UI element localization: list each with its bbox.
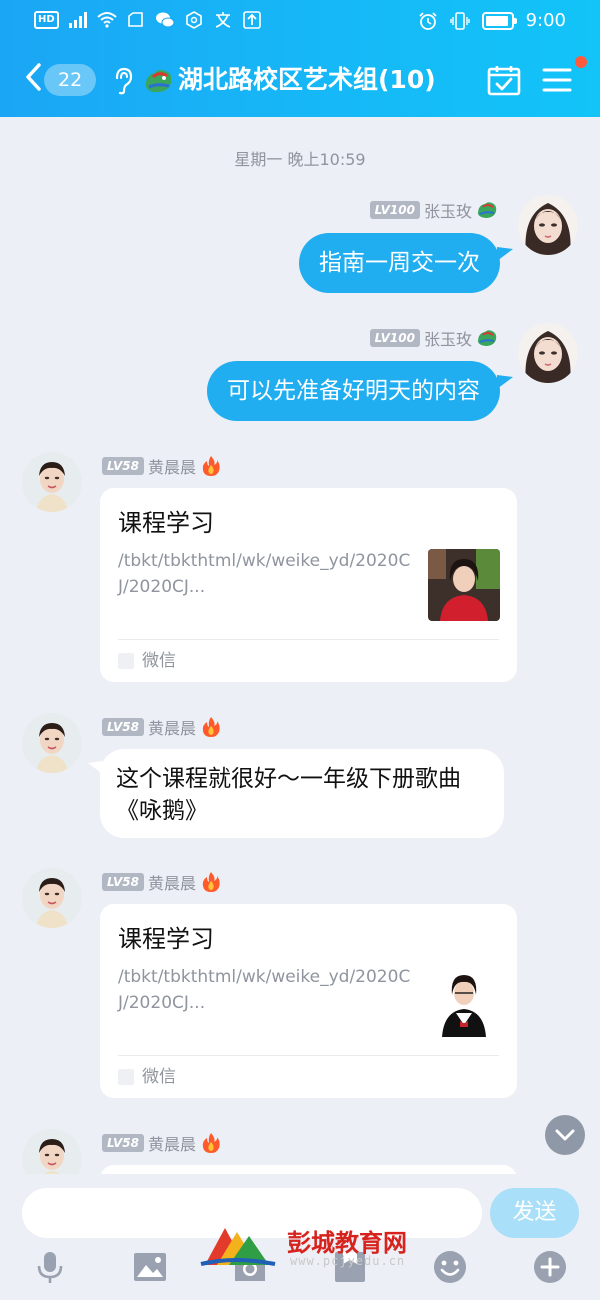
card-title: 课程学习 <box>118 925 214 953</box>
link-card[interactable]: 课程学习 /tbkt/tbkthtml/wk/weike_yd/2020CJ/2… <box>100 904 517 1098</box>
card-source-label: 微信 <box>142 1067 176 1087</box>
chat-header: 22 湖北路校区艺术组(10) <box>0 42 600 117</box>
wifi-icon <box>97 12 117 28</box>
sender-line: LV58 黄晨晨 <box>102 870 222 894</box>
avatar[interactable] <box>22 868 82 928</box>
wechat-icon <box>155 12 175 28</box>
link-card[interactable]: 课程学习 /tbkt/tbkthtml/wk/weike_yd/2020CJ/2… <box>100 488 517 682</box>
dragon-badge-icon <box>478 202 497 218</box>
level-badge: LV58 <box>102 1134 144 1152</box>
message-timestamp: 星期一 晚上10:59 <box>234 150 366 169</box>
card-thumbnail <box>428 549 500 621</box>
image-icon[interactable] <box>133 1250 167 1284</box>
source-app-icon <box>118 653 134 669</box>
folder-icon <box>127 12 143 27</box>
level-badge: LV100 <box>369 201 420 219</box>
message-bubble-partial[interactable] <box>100 1165 517 1174</box>
level-badge: LV58 <box>102 873 144 891</box>
source-app-icon <box>118 1069 134 1085</box>
sender-line: LV100 张玉玫 <box>369 198 498 222</box>
message-bubble[interactable]: 可以先准备好明天的内容 <box>207 361 500 421</box>
status-bar: HD 9:00 <box>0 0 600 42</box>
avatar[interactable] <box>518 195 578 255</box>
card-url: /tbkt/tbkthtml/wk/weike_yd/2020CJ/2020CJ… <box>118 967 411 1013</box>
level-badge: LV58 <box>102 457 144 475</box>
avatar[interactable] <box>22 1129 82 1174</box>
bubble-tail <box>497 375 513 389</box>
level-badge: LV58 <box>102 718 144 736</box>
fire-icon <box>202 456 220 476</box>
card-divider <box>118 1055 499 1056</box>
message-bubble[interactable]: 这个课程就很好～一年级下册歌曲《咏鹅》 <box>100 749 504 838</box>
chevron-down-icon <box>555 1129 575 1141</box>
avatar[interactable] <box>22 452 82 512</box>
message-bubble[interactable]: 指南一周交一次 <box>299 233 500 293</box>
card-source: 微信 <box>118 648 176 674</box>
fire-icon <box>202 872 220 892</box>
fire-icon <box>202 1133 220 1153</box>
hd-indicator: HD <box>34 11 59 29</box>
group-title[interactable]: 湖北路校区艺术组(10) <box>178 62 436 98</box>
alarm-icon <box>418 12 437 30</box>
sender-name: 黄晨晨 <box>147 458 196 477</box>
dragon-badge-icon <box>478 330 497 346</box>
send-button[interactable]: 发送 <box>490 1188 579 1238</box>
card-thumbnail <box>428 965 500 1037</box>
fire-icon <box>202 717 220 737</box>
sender-line: LV58 黄晨晨 <box>102 454 222 478</box>
calendar-check-icon[interactable] <box>487 64 521 96</box>
card-source: 微信 <box>118 1064 176 1090</box>
sender-line: LV100 张玉玫 <box>369 326 498 350</box>
avatar[interactable] <box>22 713 82 773</box>
vibrate-icon <box>449 12 470 30</box>
top-bar: HD 9:00 22 湖北路校区艺术组(10) <box>0 0 600 117</box>
unread-count-badge[interactable]: 22 <box>44 64 97 96</box>
sender-name: 黄晨晨 <box>147 719 196 738</box>
mic-icon[interactable] <box>33 1250 67 1284</box>
watermark-url: www.pcjyedu.cn <box>290 1254 406 1268</box>
emoji-icon[interactable] <box>433 1250 467 1284</box>
card-divider <box>118 639 499 640</box>
translate-icon <box>215 12 230 28</box>
ear-icon[interactable] <box>112 66 134 96</box>
battery-icon <box>481 12 517 30</box>
back-chevron-icon[interactable] <box>22 62 46 92</box>
notification-dot <box>575 56 587 68</box>
signal-icon <box>68 12 87 28</box>
sender-name: 张玉玫 <box>423 202 472 221</box>
watermark-text: 彭城教育网 <box>287 1229 407 1257</box>
card-url: /tbkt/tbkthtml/wk/weike_yd/2020CJ/2020CJ… <box>118 551 411 597</box>
upload-icon <box>242 11 261 29</box>
scroll-to-bottom-button[interactable] <box>545 1115 585 1155</box>
avatar[interactable] <box>518 323 578 383</box>
level-badge: LV100 <box>369 329 420 347</box>
settings-hex-icon <box>185 11 202 29</box>
menu-icon[interactable] <box>542 66 572 94</box>
card-source-label: 微信 <box>142 651 176 671</box>
sender-name: 黄晨晨 <box>147 874 196 893</box>
clock: 9:00 <box>525 10 566 31</box>
card-title: 课程学习 <box>118 509 214 537</box>
sender-line: LV58 黄晨晨 <box>102 715 222 739</box>
bubble-tail <box>497 247 513 261</box>
message-list[interactable]: 星期一 晚上10:59 LV100 张玉玫 指南一周交一次 LV100 张玉玫 … <box>0 117 600 1174</box>
sender-name: 张玉玫 <box>423 330 472 349</box>
sender-name: 黄晨晨 <box>147 1135 196 1154</box>
dragon-group-icon <box>145 69 172 93</box>
plus-icon[interactable] <box>533 1250 567 1284</box>
sender-line: LV58 黄晨晨 <box>102 1131 222 1155</box>
